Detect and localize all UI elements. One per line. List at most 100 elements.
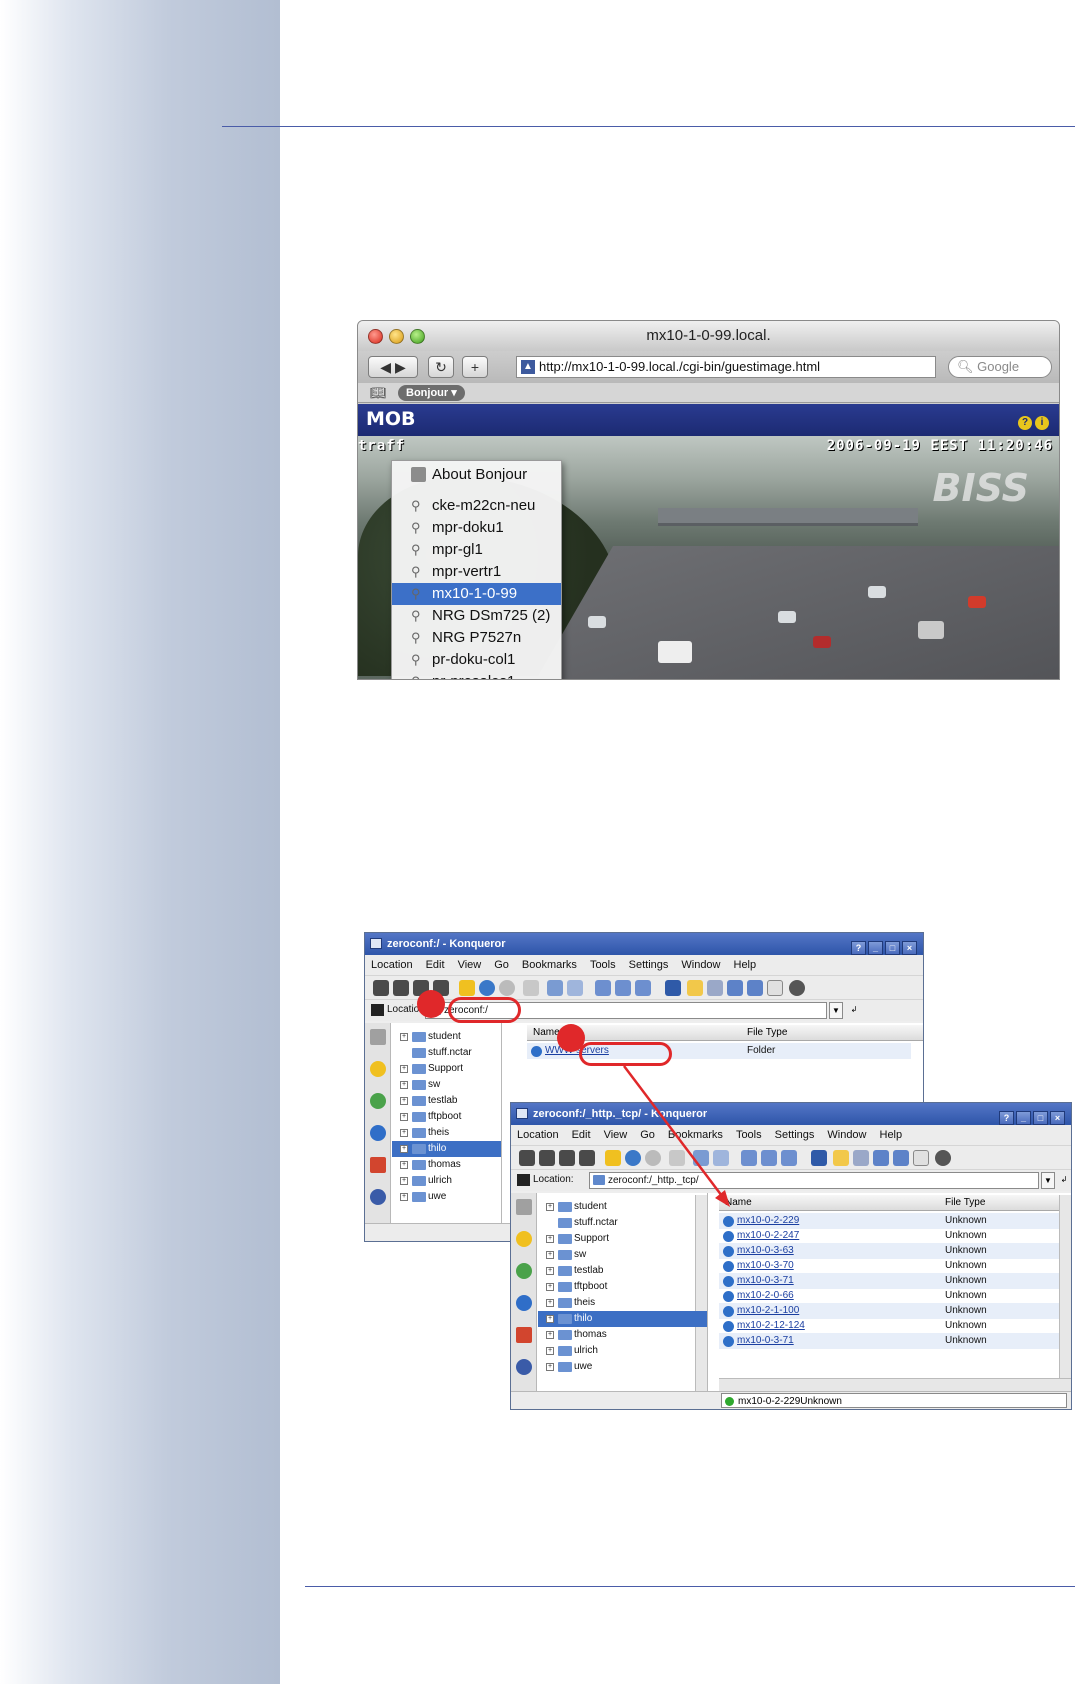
tree-item[interactable]: + tftpboot: [538, 1279, 707, 1295]
list-item-name[interactable]: mx10-2-12-124: [737, 1318, 805, 1334]
home-folder-icon[interactable]: [516, 1327, 532, 1343]
sidebar-toggle-icon[interactable]: [687, 980, 703, 996]
list-item-name[interactable]: mx10-0-3-70: [737, 1258, 794, 1274]
list-item[interactable]: mx10-2-12-124 Unknown: [719, 1318, 1059, 1334]
help-button[interactable]: ?: [999, 1111, 1014, 1125]
bookmarks-icon[interactable]: [516, 1231, 532, 1247]
column-name[interactable]: Name: [725, 1195, 752, 1211]
book-icon[interactable]: 📖︎: [370, 385, 387, 401]
home-folder-icon[interactable]: [370, 1157, 386, 1173]
tree-item[interactable]: + thilo: [538, 1311, 707, 1327]
tree-item[interactable]: + ulrich: [538, 1343, 707, 1359]
location-dropdown[interactable]: ▼: [829, 1002, 843, 1019]
expand-icon[interactable]: +: [546, 1235, 554, 1243]
menu-bookmarks[interactable]: Bookmarks: [668, 1129, 723, 1141]
menu-go[interactable]: Go: [640, 1129, 655, 1141]
zoom-out-icon[interactable]: [567, 980, 583, 996]
bonjour-menu-item[interactable]: ⚲ mpr-vertr1: [392, 561, 561, 583]
expand-icon[interactable]: +: [546, 1267, 554, 1275]
column-name[interactable]: Name: [533, 1025, 560, 1041]
expand-icon[interactable]: +: [546, 1347, 554, 1355]
zoom-button[interactable]: [410, 329, 425, 344]
tree-item[interactable]: + theis: [392, 1125, 501, 1141]
menu-edit[interactable]: Edit: [426, 959, 445, 971]
expand-icon[interactable]: +: [546, 1363, 554, 1371]
add-bookmark-button[interactable]: +: [462, 356, 488, 378]
menu-bookmarks[interactable]: Bookmarks: [522, 959, 577, 971]
list-item-name[interactable]: mx10-0-2-229: [737, 1213, 799, 1229]
expand-icon[interactable]: +: [400, 1129, 408, 1137]
zoom-in-icon[interactable]: [547, 980, 563, 996]
expand-icon[interactable]: +: [400, 1065, 408, 1073]
network-icon[interactable]: [516, 1359, 532, 1375]
menu-tools[interactable]: Tools: [736, 1129, 762, 1141]
address-field[interactable]: ▲ http://mx10-1-0-99.local./cgi-bin/gues…: [516, 356, 936, 378]
print-icon[interactable]: [669, 1150, 685, 1166]
forward-icon[interactable]: [539, 1150, 555, 1166]
terminal-icon[interactable]: [913, 1150, 929, 1166]
list-item[interactable]: mx10-0-3-71 Unknown: [719, 1333, 1059, 1349]
bonjour-menu-item[interactable]: ⚲ mpr-gl1: [392, 539, 561, 561]
tree-item[interactable]: + student: [392, 1029, 501, 1045]
expand-icon[interactable]: +: [400, 1193, 408, 1201]
stop-icon[interactable]: [645, 1150, 661, 1166]
tree-item[interactable]: + testlab: [392, 1093, 501, 1109]
list-item-name[interactable]: mx10-0-3-71: [737, 1273, 794, 1289]
tree-item[interactable]: + uwe: [392, 1189, 501, 1205]
split-horizontal-icon[interactable]: [727, 980, 743, 996]
tree-item[interactable]: + ulrich: [392, 1173, 501, 1189]
split-vertical-icon[interactable]: [893, 1150, 909, 1166]
reload-icon[interactable]: [625, 1150, 641, 1166]
info-icon[interactable]: i: [1035, 416, 1049, 430]
split-horizontal-icon[interactable]: [873, 1150, 889, 1166]
menu-settings[interactable]: Settings: [629, 959, 669, 971]
expand-icon[interactable]: +: [546, 1299, 554, 1307]
tree-item[interactable]: +stuff.nctar: [392, 1045, 501, 1061]
menu-help[interactable]: Help: [880, 1129, 903, 1141]
help-button[interactable]: ?: [851, 941, 866, 955]
expand-icon[interactable]: +: [546, 1203, 554, 1211]
preview-icon[interactable]: [635, 980, 651, 996]
menu-location[interactable]: Location: [371, 959, 413, 971]
sidebar-toggle-icon[interactable]: [833, 1150, 849, 1166]
services-icon[interactable]: [370, 1093, 386, 1109]
maximize-button[interactable]: □: [885, 941, 900, 955]
list-item[interactable]: mx10-0-2-229 Unknown: [719, 1213, 1059, 1229]
stop-icon[interactable]: [499, 980, 515, 996]
list-item-name[interactable]: mx10-0-3-63: [737, 1243, 794, 1259]
tree-item[interactable]: + sw: [392, 1077, 501, 1093]
bonjour-menu-item[interactable]: ⚲ pr-doku-col1: [392, 649, 561, 671]
search-field[interactable]: 🔍︎ Google: [948, 356, 1052, 378]
menu-tools[interactable]: Tools: [590, 959, 616, 971]
minimize-button[interactable]: [389, 329, 404, 344]
column-file-type[interactable]: File Type: [945, 1195, 985, 1211]
minimize-button[interactable]: _: [868, 941, 883, 955]
expand-icon[interactable]: +: [400, 1097, 408, 1105]
list-item-name[interactable]: mx10-2-1-100: [737, 1303, 799, 1319]
preview-icon[interactable]: [781, 1150, 797, 1166]
split-vertical-icon[interactable]: [747, 980, 763, 996]
go-icon[interactable]: ↲: [1057, 1172, 1071, 1189]
list-item[interactable]: mx10-0-3-63 Unknown: [719, 1243, 1059, 1259]
menu-window[interactable]: Window: [827, 1129, 866, 1141]
detail-view-icon[interactable]: [615, 980, 631, 996]
back-icon[interactable]: [519, 1150, 535, 1166]
history-icon[interactable]: [370, 1125, 386, 1141]
back-forward-button[interactable]: ◀ ▶: [368, 356, 418, 378]
tree-item[interactable]: + thomas: [538, 1327, 707, 1343]
bonjour-menu-item[interactable]: ⚲ cke-m22cn-neu: [392, 495, 561, 517]
kde-icon[interactable]: [665, 980, 681, 996]
forward-icon[interactable]: [393, 980, 409, 996]
terminal-icon[interactable]: [767, 980, 783, 996]
expand-icon[interactable]: +: [546, 1315, 554, 1323]
network-icon[interactable]: [370, 1189, 386, 1205]
minimize-button[interactable]: _: [1016, 1111, 1031, 1125]
expand-icon[interactable]: +: [546, 1251, 554, 1259]
menu-window[interactable]: Window: [681, 959, 720, 971]
list-item-name[interactable]: mx10-0-2-247: [737, 1228, 799, 1244]
location-input[interactable]: zeroconf:/_http._tcp/: [589, 1172, 1039, 1189]
zoom-out-icon[interactable]: [713, 1150, 729, 1166]
find-icon[interactable]: [707, 980, 723, 996]
list-item-name[interactable]: mx10-2-0-66: [737, 1288, 794, 1304]
print-icon[interactable]: [523, 980, 539, 996]
